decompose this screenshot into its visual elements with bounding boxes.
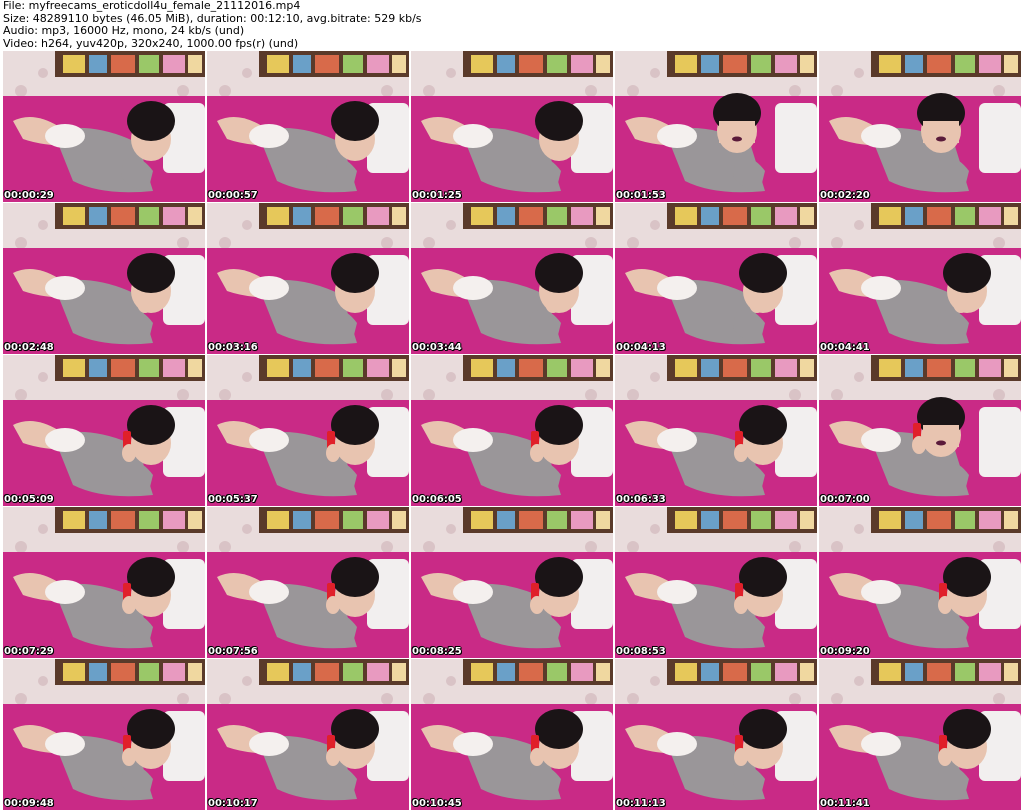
thumbnail-frame[interactable]: 00:02:20 [819, 51, 1021, 202]
audio-info-line: Audio: mp3, 16000 Hz, mono, 24 kb/s (und… [3, 24, 245, 37]
frame-timestamp: 00:11:41 [820, 798, 870, 809]
thumbnail-frame[interactable]: 00:09:48 [3, 659, 205, 810]
frame-timestamp: 00:08:53 [616, 646, 666, 657]
thumbnail-frame[interactable]: 00:03:16 [207, 203, 409, 354]
video-frame-image [3, 203, 205, 354]
video-info-line: Video: h264, yuv420p, 320x240, 1000.00 f… [3, 36, 299, 50]
frame-timestamp: 00:05:37 [208, 494, 258, 505]
thumbnail-frame[interactable]: 00:10:17 [207, 659, 409, 810]
thumbnail-frame[interactable]: 00:02:48 [3, 203, 205, 354]
thumbnail-frame[interactable]: 00:03:44 [411, 203, 613, 354]
video-frame-image [207, 51, 409, 202]
thumbnail-frame[interactable]: 00:01:25 [411, 51, 613, 202]
video-frame-image [411, 51, 613, 202]
thumbnail-frame[interactable]: 00:11:41 [819, 659, 1021, 810]
frame-timestamp: 00:10:45 [412, 798, 462, 809]
thumbnail-frame[interactable]: 00:00:57 [207, 51, 409, 202]
thumbnail-frame[interactable]: 00:05:37 [207, 355, 409, 506]
frame-timestamp: 00:02:48 [4, 342, 54, 353]
frame-timestamp: 00:04:41 [820, 342, 870, 353]
frame-timestamp: 00:02:20 [820, 190, 870, 201]
frame-timestamp: 00:01:53 [616, 190, 666, 201]
thumbnail-frame[interactable]: 00:07:29 [3, 507, 205, 658]
frame-timestamp: 00:07:00 [820, 494, 870, 505]
video-frame-image [615, 51, 817, 202]
frame-timestamp: 00:00:29 [4, 190, 54, 201]
video-frame-image [411, 659, 613, 810]
frame-timestamp: 00:04:13 [616, 342, 666, 353]
video-frame-image [819, 51, 1021, 202]
thumbnail-frame[interactable]: 00:10:45 [411, 659, 613, 810]
video-frame-image [207, 355, 409, 506]
thumbnail-frame[interactable]: 00:08:25 [411, 507, 613, 658]
frame-timestamp: 00:00:57 [208, 190, 258, 201]
frame-timestamp: 00:03:44 [412, 342, 462, 353]
thumbnail-frame[interactable]: 00:07:56 [207, 507, 409, 658]
frame-timestamp: 00:09:48 [4, 798, 54, 809]
video-frame-image [615, 659, 817, 810]
frame-timestamp: 00:05:09 [4, 494, 54, 505]
frame-timestamp: 00:01:25 [412, 190, 462, 201]
video-frame-image [411, 355, 613, 506]
video-frame-image [819, 659, 1021, 810]
frame-timestamp: 00:08:25 [412, 646, 462, 657]
thumbnail-frame[interactable]: 00:01:53 [615, 51, 817, 202]
video-frame-image [615, 203, 817, 354]
video-frame-image [3, 659, 205, 810]
frame-timestamp: 00:10:17 [208, 798, 258, 809]
video-frame-image [819, 355, 1021, 506]
info-header: File: myfreecams_eroticdoll4u_female_211… [3, 0, 1021, 50]
frame-timestamp: 00:07:29 [4, 646, 54, 657]
video-frame-image [411, 203, 613, 354]
frame-timestamp: 00:03:16 [208, 342, 258, 353]
video-frame-image [3, 51, 205, 202]
video-frame-image [207, 507, 409, 658]
frame-timestamp: 00:11:13 [616, 798, 666, 809]
thumbnail-frame[interactable]: 00:11:13 [615, 659, 817, 810]
video-frame-image [207, 659, 409, 810]
thumbnail-frame[interactable]: 00:04:13 [615, 203, 817, 354]
frame-timestamp: 00:06:33 [616, 494, 666, 505]
thumbnail-frame[interactable]: 00:07:00 [819, 355, 1021, 506]
video-frame-image [411, 507, 613, 658]
thumbnail-frame[interactable]: 00:00:29 [3, 51, 205, 202]
video-frame-image [3, 355, 205, 506]
thumbnail-grid: 00:00:29 00:00:57 00:01:25 00:01:53 00:02:20… [3, 51, 1022, 810]
video-frame-image [819, 507, 1021, 658]
video-frame-image [207, 203, 409, 354]
frame-timestamp: 00:09:20 [820, 646, 870, 657]
thumbnail-frame[interactable]: 00:06:33 [615, 355, 817, 506]
video-frame-image [615, 507, 817, 658]
video-frame-image [615, 355, 817, 506]
file-name-line: File: myfreecams_eroticdoll4u_female_211… [3, 0, 301, 12]
thumbnail-frame[interactable]: 00:08:53 [615, 507, 817, 658]
video-frame-image [3, 507, 205, 658]
thumbnail-frame[interactable]: 00:06:05 [411, 355, 613, 506]
video-frame-image [819, 203, 1021, 354]
thumbnail-frame[interactable]: 00:04:41 [819, 203, 1021, 354]
thumbnail-frame[interactable]: 00:09:20 [819, 507, 1021, 658]
frame-timestamp: 00:07:56 [208, 646, 258, 657]
thumbnail-frame[interactable]: 00:05:09 [3, 355, 205, 506]
frame-timestamp: 00:06:05 [412, 494, 462, 505]
